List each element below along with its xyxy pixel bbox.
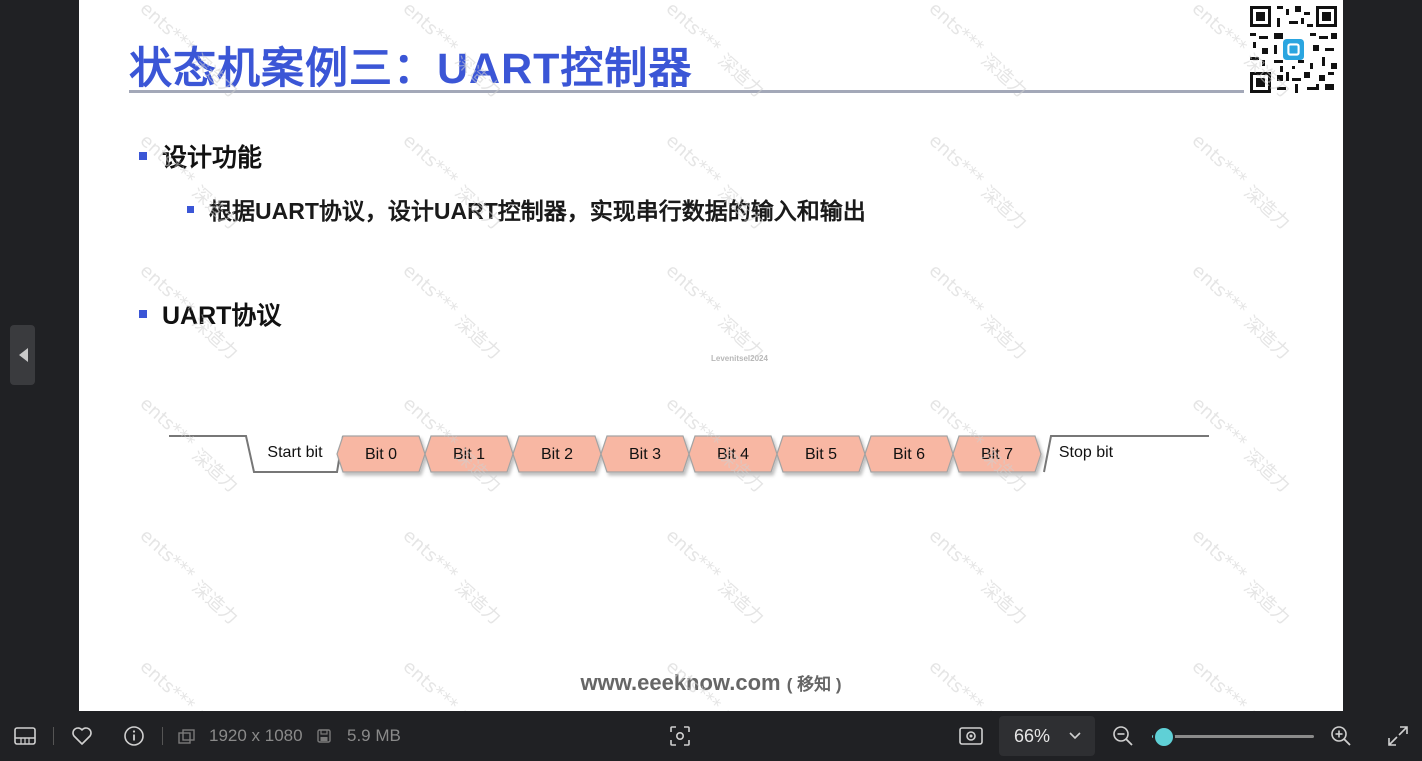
- watermark-text: ents***: [925, 525, 988, 585]
- viewer-toolbar: 1920 x 1080 5.9 MB 66%: [0, 711, 1422, 761]
- watermark-text-cn: 深造力: [451, 312, 505, 364]
- zoom-in-icon: [1331, 726, 1351, 746]
- watermark-text: ents***: [925, 130, 988, 190]
- dimensions-icon: [178, 728, 195, 744]
- slide-footer: www.eeeknow.com ( 移知 ): [79, 670, 1343, 696]
- heart-icon: [72, 727, 92, 745]
- bit-label: Bit 1: [453, 446, 485, 463]
- title-underline: [129, 90, 1244, 93]
- bit-label: Bit 6: [893, 446, 925, 463]
- image-viewer: 状态机案例三：UART控制器 设计功能 根据UART协议，设计UART控制器，实…: [0, 0, 1422, 711]
- watermark-text: ents***: [1188, 0, 1251, 58]
- small-watermark: Levenitsel2024: [711, 354, 768, 363]
- sub-bullet-design-detail: 根据UART协议，设计UART控制器，实现串行数据的输入和输出: [187, 192, 866, 226]
- watermark-text: ents***: [399, 260, 462, 320]
- zoom-value: 66%: [1014, 725, 1051, 746]
- watermark-text-cn: 深造力: [1240, 312, 1294, 364]
- image-dimensions: 1920 x 1080: [178, 711, 303, 761]
- start-bit-label: Start bit: [267, 444, 323, 461]
- watermark-text: ents***: [662, 260, 725, 320]
- watermark-text: ents***: [1188, 130, 1251, 190]
- watermark-text-cn: 深造力: [451, 577, 505, 629]
- file-size-text: 5.9 MB: [347, 726, 401, 745]
- dimensions-text: 1920 x 1080: [209, 726, 303, 745]
- watermark-text-cn: 深造力: [1240, 577, 1294, 629]
- toolbar-separator: [53, 727, 54, 745]
- info-button[interactable]: [121, 724, 147, 748]
- visual-search-button[interactable]: [667, 724, 693, 748]
- bullet-square-icon: [139, 152, 147, 160]
- watermark-text: ents***: [662, 130, 725, 190]
- watermark-text: ents***: [136, 525, 199, 585]
- bullet-uart-protocol: UART协议: [139, 296, 281, 332]
- fit-to-screen-button[interactable]: [957, 724, 985, 748]
- zoom-dropdown[interactable]: 66%: [999, 716, 1095, 756]
- footer-paren: ( 移知 ): [786, 675, 842, 694]
- previous-image-button[interactable]: [10, 325, 35, 385]
- bit-label: Bit 4: [717, 446, 749, 463]
- watermark-text-cn: 深造力: [188, 577, 242, 629]
- slide-title: 状态机案例三：UART控制器: [129, 45, 693, 93]
- info-icon: [124, 726, 144, 746]
- watermark-text: ents***: [399, 130, 462, 190]
- watermark-text-cn: 深造力: [714, 577, 768, 629]
- watermark-text: ents***: [1188, 260, 1251, 320]
- watermark-text: ents***: [925, 0, 988, 58]
- watermark-text-cn: 深造力: [977, 50, 1031, 102]
- watermark-text: ents***: [399, 525, 462, 585]
- chevron-left-icon: [18, 348, 28, 362]
- bullet-square-icon: [139, 310, 147, 318]
- zoom-slider-track[interactable]: [1152, 735, 1314, 738]
- bullet-design-heading: 设计功能: [162, 144, 263, 172]
- zoom-out-icon: [1113, 726, 1133, 746]
- bullet-square-icon: [187, 205, 194, 213]
- bit-label: Bit 2: [541, 446, 573, 463]
- chevron-down-icon: [1069, 732, 1081, 740]
- footer-site: www.eeeknow.com: [580, 670, 781, 695]
- watermark-text: ents***: [925, 260, 988, 320]
- favorite-button[interactable]: [69, 724, 95, 748]
- fullscreen-icon: [1388, 726, 1408, 746]
- bullet-uart-heading: UART协议: [162, 302, 282, 330]
- watermark-text: ents***: [1188, 525, 1251, 585]
- uart-frame-diagram: Bit 0 Bit 1 Bit 2 Bit 3 Bit 4 Bit 5 Bit 6 Bit 7…: [169, 435, 1209, 473]
- bit-label: Bit 7: [981, 446, 1013, 463]
- zoom-out-button[interactable]: [1110, 724, 1136, 748]
- bit-label: Bit 3: [629, 446, 661, 463]
- toolbar-separator: [162, 727, 163, 745]
- filmstrip-button[interactable]: [12, 724, 38, 748]
- save-icon: [317, 729, 331, 743]
- watermark-text-cn: 深造力: [977, 577, 1031, 629]
- bullet-design-function: 设计功能: [139, 138, 262, 174]
- watermark-text: ents***: [662, 525, 725, 585]
- fullscreen-button[interactable]: [1385, 724, 1411, 748]
- bit-label: Bit 0: [365, 446, 397, 463]
- watermark-text-cn: 深造力: [977, 182, 1031, 234]
- qr-code-icon: [1250, 6, 1337, 93]
- slide-image: 状态机案例三：UART控制器 设计功能 根据UART协议，设计UART控制器，实…: [79, 0, 1343, 711]
- zoom-slider-thumb[interactable]: [1153, 726, 1176, 748]
- watermark-text-cn: 深造力: [977, 312, 1031, 364]
- data-bit-cells: Bit 0 Bit 1 Bit 2 Bit 3 Bit 4 Bit 5 Bit 6 Bit 7: [336, 435, 1042, 473]
- scan-icon: [670, 726, 690, 746]
- filmstrip-icon: [14, 727, 36, 745]
- stop-bit-label: Stop bit: [1059, 444, 1114, 461]
- bullet-design-detail: 根据UART协议，设计UART控制器，实现串行数据的输入和输出: [209, 198, 866, 224]
- watermark-text-cn: 深造力: [1240, 182, 1294, 234]
- zoom-in-button[interactable]: [1328, 724, 1354, 748]
- fit-screen-icon: [959, 727, 983, 745]
- file-size: 5.9 MB: [317, 711, 401, 761]
- bit-label: Bit 5: [805, 446, 837, 463]
- watermark-text-cn: 深造力: [714, 50, 768, 102]
